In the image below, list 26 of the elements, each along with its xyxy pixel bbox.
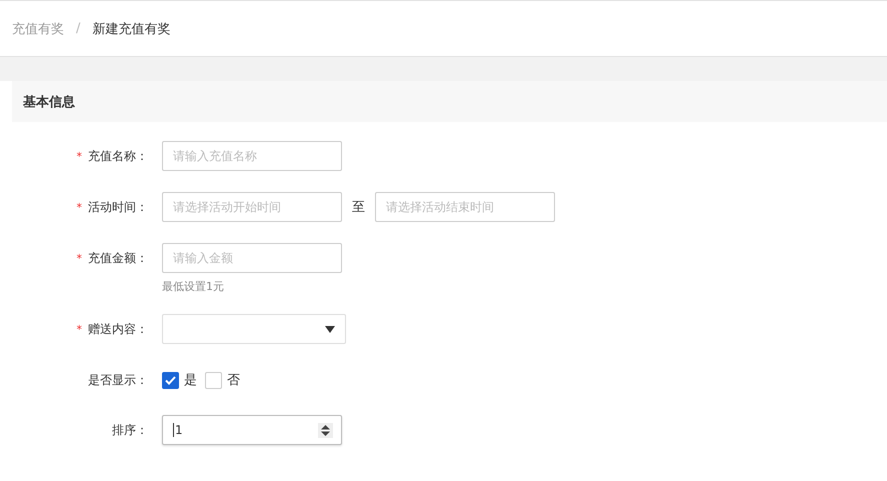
required-asterisk: * — [76, 322, 82, 336]
breadcrumb-item: 新建充值有奖 — [92, 20, 170, 38]
breadcrumb-separator: / — [76, 21, 80, 36]
caret-down-icon — [325, 326, 335, 332]
select-dropdown[interactable] — [162, 314, 346, 344]
field-label: 排序： — [112, 422, 148, 438]
field-label: 是否显示： — [88, 372, 148, 388]
spinner-icon — [318, 422, 333, 438]
text-input[interactable]: 请输入充值名称 — [162, 141, 342, 171]
field-label: 充值金额： — [88, 250, 148, 266]
required-asterisk: * — [76, 200, 82, 214]
text-input[interactable]: 请输入金额 — [162, 243, 342, 273]
start-time-input[interactable]: 请选择活动开始时间 — [162, 192, 342, 222]
section-title: 基本信息 — [23, 94, 75, 110]
required-asterisk: * — [76, 252, 82, 264]
end-time-input[interactable]: 请选择活动结束时间 — [375, 192, 555, 222]
field-label: 充值名称： — [88, 148, 148, 164]
field-label: 赠送内容： — [88, 320, 148, 338]
checkbox-option[interactable]: 是 — [162, 371, 197, 389]
field-label: 活动时间： — [88, 198, 148, 216]
checkmark-icon — [165, 376, 176, 384]
checkbox-option[interactable]: 否 — [205, 371, 240, 389]
range-separator: 至 — [352, 199, 365, 216]
required-asterisk: * — [76, 150, 82, 162]
hint-text: 最低设置1元 — [162, 279, 225, 294]
number-input[interactable]: 1 — [162, 415, 342, 445]
